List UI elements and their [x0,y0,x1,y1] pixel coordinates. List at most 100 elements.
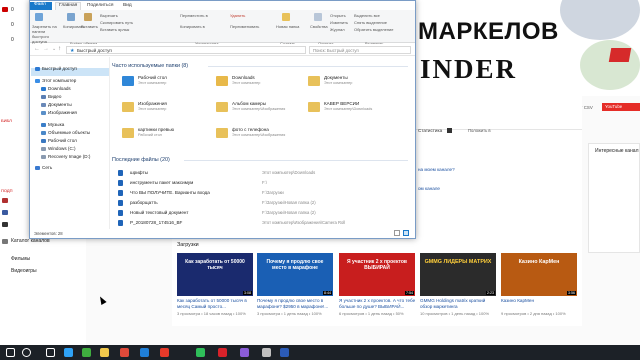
sidebar-item-games[interactable]: Видеоигры [11,268,37,274]
video-title[interactable]: Казино КарМен [501,298,579,304]
frequent-folders-heading[interactable]: Часто используемые папки (8) [112,63,188,69]
folder-location: Этот компьютер [232,81,261,85]
video-thumbnail[interactable]: Почему я продлю свое место в марафоне 8:… [257,253,333,296]
nav-item[interactable]: Изображения [48,110,77,115]
documents-icon [41,103,46,107]
camtasia-icon[interactable] [82,348,91,357]
address-field[interactable]: ★ Быстрый доступ [66,46,306,54]
frequent-folder-item[interactable]: КАВЕР ВЕРСИИ Этот компьютер\Downloads [308,101,398,115]
tab-share[interactable]: Поделиться [87,3,114,8]
edit-button[interactable]: Изменить [330,20,348,25]
channel-avatar[interactable] [2,222,8,227]
pin-quick-access-button[interactable]: Закрепить на панели быстрого доступа [32,24,62,44]
frequent-folder-item[interactable]: Альбом камеры Этот компьютер\Изображения [216,101,306,115]
file-explorer-icon[interactable] [100,348,109,357]
frequent-folder-item[interactable]: Изображения Этот компьютер [122,101,212,115]
chrome-icon[interactable] [120,348,129,357]
select-none-button[interactable]: Снять выделение [354,20,387,25]
open-button[interactable]: Открыть [330,13,346,18]
video-title[interactable]: Как заработать от 50000 тысяч в месяц Са… [177,298,255,310]
media-icon[interactable] [240,348,249,357]
paste-shortcut-button[interactable]: Вставить ярлык [100,27,129,32]
copy-to-button[interactable]: Копировать в [180,24,205,29]
nav-item[interactable]: Видео [48,94,61,99]
recent-file-row[interactable]: разборщатть F:\Загрузки\Новая папка (2) [118,199,408,208]
paste-button[interactable]: Вставить [81,24,98,29]
frequent-folder-item[interactable]: Downloads Этот компьютер [216,75,306,89]
rename-button[interactable]: Переименовать [230,24,259,29]
opera-icon[interactable] [218,348,227,357]
video-title[interactable]: Я участник 2 х проектов. А что тебе боль… [339,298,417,310]
nav-item[interactable]: Музыка [48,122,64,127]
chevron-down-icon[interactable]: ⌄ [52,46,56,52]
history-button[interactable]: Журнал [330,27,345,32]
sidebar-item-films[interactable]: Фильмы [11,256,30,262]
tab-view[interactable]: Вид [123,3,132,8]
nav-item[interactable]: Recovery Image (D:) [48,154,90,159]
frequent-folder-item[interactable]: Документы Этот компьютер [308,75,398,89]
tab-statistics[interactable]: Статистика [418,128,442,133]
tab-file[interactable]: Файл [30,2,52,10]
delete-button[interactable]: Удалить [230,13,245,18]
tab-home[interactable]: Главная [55,2,81,10]
photoshop-icon[interactable] [64,348,73,357]
back-arrow-icon[interactable]: ← [34,46,40,52]
frequent-folder-item[interactable]: картинки превью Рабочий стол [122,127,212,141]
youtube-logo-icon[interactable] [2,7,8,12]
promo-line-2[interactable]: ом канале [418,186,440,191]
video-title[interactable]: GMMG Holdings matrix краткий обзор марке… [420,298,498,310]
video-title[interactable]: Почему я продлю свое место в марафоне? $… [257,298,335,310]
forward-arrow-icon[interactable]: → [43,46,49,52]
up-arrow-icon[interactable]: ↑ [58,46,61,52]
yandex-browser-icon[interactable] [160,348,169,357]
promo-line-1[interactable]: на моем канале? [418,167,455,172]
copy-path-button[interactable]: Скопировать путь [100,20,133,25]
nav-item[interactable]: Windows (C:) [48,146,76,151]
search-icon[interactable] [22,348,31,357]
frequent-folder-item[interactable]: фото с телефона Этот компьютер\Изображени… [216,127,306,141]
nav-item[interactable]: Этот компьютер [42,78,76,83]
tiles-view-icon[interactable] [403,230,409,236]
nav-item[interactable]: Сеть [42,165,52,170]
cut-button[interactable]: Вырезать [100,13,118,18]
recent-file-row[interactable]: Что ВЫ ПОЛУЧИТЕ. Варианты входа F:\Загруз… [118,189,408,198]
recent-file-row[interactable]: Новый текстовый документ F:\Загрузки\Нова… [118,209,408,218]
nav-item[interactable]: Объемные объекты [48,130,90,135]
tab-bookmark[interactable]: Положить в [468,128,491,133]
select-all-button[interactable]: Выделить все [354,13,380,18]
search-input[interactable]: Поиск: Быстрый доступ [309,46,411,54]
channel-avatar[interactable] [2,198,8,203]
banner-subtitle: INDER [420,54,518,84]
nav-item[interactable]: Быстрый доступ [42,66,77,71]
address-path: Быстрый доступ [77,48,112,53]
app-icon[interactable] [262,348,271,357]
windows-icon[interactable] [6,348,15,357]
recent-file-row[interactable]: инструменты пакет максимум F:\ [118,179,408,188]
whatsapp-icon[interactable] [196,348,205,357]
properties-button[interactable]: Свойства [310,24,328,29]
invert-selection-button[interactable]: Обратить выделение [354,27,394,32]
recent-files-heading[interactable]: Последние файлы (20) [112,157,170,163]
file-path: Этот компьютер\Downloads [262,170,316,175]
details-view-icon[interactable] [394,230,400,236]
word-icon[interactable] [280,348,289,357]
task-view-icon[interactable] [46,348,55,357]
file-path: F:\Загрузки [262,190,284,195]
frequent-folder-item[interactable]: Рабочий стол Этот компьютер [122,75,212,89]
recent-file-row[interactable]: шрифты Этот компьютер\Downloads [118,169,408,178]
video-thumbnail[interactable]: Я участник 2 х проектов ВЫБИРАЙ 7:54 [339,253,415,296]
recent-file-row[interactable]: P_20180728_174516_BF Этот компьютер\Изобр… [118,219,408,228]
new-folder-button[interactable]: Новая папка [276,24,299,29]
nav-item[interactable]: Документы [48,102,72,107]
channel-avatar[interactable] [2,210,8,215]
taskbar [0,345,640,360]
move-to-button[interactable]: Переместить в [180,13,208,18]
video-thumbnail[interactable]: Как заработать от 50000 тысяч 3:08 [177,253,253,296]
youtube-button[interactable]: YouTube [602,103,640,111]
nav-item[interactable]: Рабочий стол [48,138,77,143]
folder-location: Этот компьютер\Изображения [232,133,286,137]
edge-icon[interactable] [140,348,149,357]
video-thumbnail[interactable]: Казино КарМен 3:56 [501,253,577,296]
nav-item[interactable]: Downloads [48,86,71,91]
video-thumbnail[interactable]: GMMG ЛИДЕРЫ МАТРИХ 2:23 [420,253,496,296]
